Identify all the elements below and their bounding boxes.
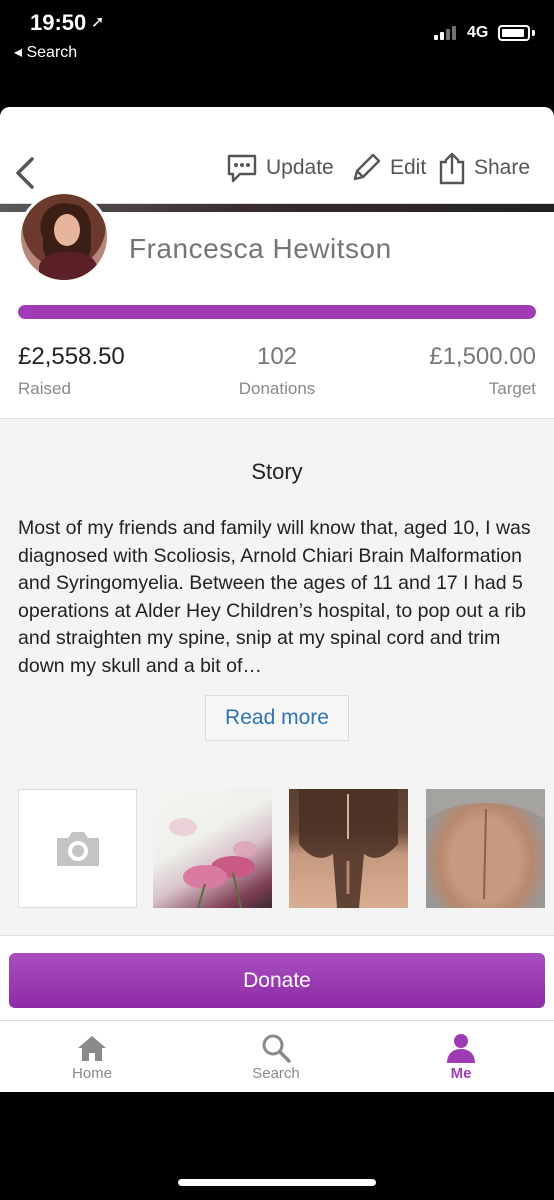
- target-label: Target: [488, 379, 536, 398]
- neck-illustration: [299, 789, 398, 908]
- fundraiser-page: Update Edit Share Francesca Hewitson £2,…: [0, 107, 554, 1092]
- add-photo-button[interactable]: [18, 789, 137, 908]
- target-value: £1,500.00: [429, 343, 536, 370]
- tab-home[interactable]: Home: [37, 1031, 147, 1082]
- location-arrow-icon: ➚: [91, 14, 105, 31]
- donate-button[interactable]: Donate: [9, 953, 545, 1008]
- share-label: Share: [474, 156, 531, 179]
- raised-value: £2,558.50: [18, 343, 125, 370]
- network-type: 4G: [467, 24, 489, 41]
- flowers-illustration: [169, 818, 257, 908]
- battery-icon: [498, 25, 530, 41]
- edit-label: Edit: [390, 156, 427, 179]
- share-icon: [439, 152, 465, 185]
- story-title: Story: [251, 459, 303, 484]
- pencil-icon: [353, 153, 381, 181]
- tab-home-label: Home: [71, 1065, 112, 1082]
- avatar[interactable]: [18, 191, 110, 283]
- signal-icon: [434, 24, 460, 40]
- update-button[interactable]: Update: [226, 147, 334, 189]
- neck-scar-photo[interactable]: [289, 789, 408, 908]
- back-to-app-link[interactable]: ◂ Search: [14, 42, 77, 62]
- back-chevron-icon[interactable]: [12, 151, 40, 191]
- comment-icon: [227, 154, 257, 183]
- read-more-button[interactable]: Read more: [205, 695, 349, 741]
- tab-me-label: Me: [450, 1065, 472, 1082]
- progress-bar-fill: [18, 305, 536, 319]
- tab-search[interactable]: Search: [221, 1031, 331, 1082]
- progress-bar: [18, 305, 536, 319]
- home-icon: [78, 1036, 106, 1061]
- person-icon: [447, 1034, 475, 1063]
- donations-stat[interactable]: 102 Donations: [200, 343, 354, 399]
- donate-bar: Donate: [0, 936, 554, 1020]
- story-section: Story Most of my friends and family will…: [0, 418, 554, 936]
- update-label: Update: [266, 156, 334, 179]
- share-button[interactable]: Share: [438, 147, 530, 189]
- camera-icon: [56, 831, 99, 866]
- donations-value: 102: [256, 343, 298, 370]
- raised-label: Raised: [18, 379, 71, 398]
- tab-search-label: Search: [252, 1065, 300, 1082]
- home-indicator: [178, 1179, 376, 1186]
- status-time: 19:50: [30, 10, 87, 35]
- edit-button[interactable]: Edit: [350, 147, 426, 189]
- search-icon: [262, 1034, 291, 1063]
- raised-stat: £2,558.50 Raised: [18, 343, 125, 399]
- status-bar: 19:50 ➚ ◂ Search 4G: [0, 0, 554, 70]
- donations-label: Donations: [238, 379, 316, 398]
- flowers-photo[interactable]: [153, 789, 272, 908]
- tab-me[interactable]: Me: [406, 1031, 516, 1082]
- story-text: Most of my friends and family will know …: [18, 517, 531, 677]
- top-navigation-bar: Update Edit Share: [0, 107, 554, 204]
- back-scar-photo[interactable]: [426, 789, 545, 908]
- target-stat: £1,500.00 Target: [429, 343, 536, 399]
- fundraiser-name: Francesca Hewitson: [129, 233, 392, 264]
- bottom-tab-bar: Home Search Me: [0, 1020, 554, 1092]
- back-illustration: [426, 789, 545, 900]
